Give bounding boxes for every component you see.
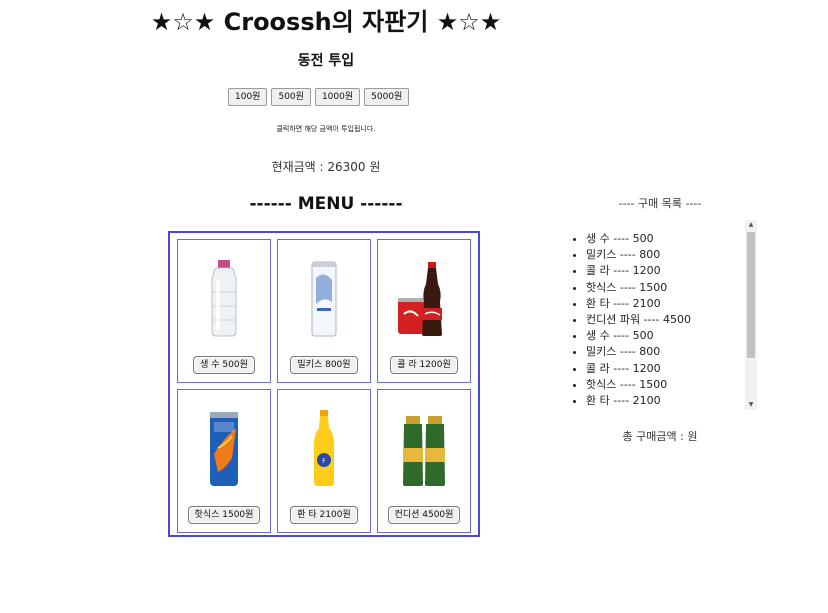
hot6-can-icon bbox=[178, 402, 270, 494]
menu-item-water: 생 수 500원 bbox=[177, 239, 271, 383]
purchase-list-item: 밀키스 ---- 800 bbox=[586, 247, 691, 263]
purchase-list-item: 핫식스 ---- 1500 bbox=[586, 280, 691, 296]
purchase-list-item: 환 타 ---- 2100 bbox=[586, 296, 691, 312]
coin-hint-text: 클릭하면 해당 금액이 투입됩니다. bbox=[276, 125, 376, 133]
coin-1000-button[interactable]: 1000원 bbox=[314, 88, 361, 106]
water-bottle-icon bbox=[178, 252, 270, 344]
purchase-list-item: 핫식스 ---- 1500 bbox=[586, 377, 691, 393]
purchase-list-item: 환 타 ---- 2100 bbox=[586, 393, 691, 409]
buy-milkis-button[interactable]: 밀키스 800원 bbox=[290, 356, 358, 374]
buy-cola-button[interactable]: 콜 라 1200원 bbox=[390, 356, 458, 374]
current-amount: 현재금액 : 26300 원 bbox=[271, 160, 381, 174]
purchase-list: 생 수 ---- 500 밀키스 ---- 800 콜 라 ---- 1200 … bbox=[556, 231, 691, 409]
coin-100-button[interactable]: 100원 bbox=[228, 88, 268, 106]
menu-item-milkis: 밀키스 800원 bbox=[277, 239, 371, 383]
scroll-down-arrow-icon[interactable]: ▼ bbox=[745, 400, 757, 410]
menu-item-hot6: 핫식스 1500원 bbox=[177, 389, 271, 533]
fanta-bottle-icon: F bbox=[278, 402, 370, 494]
svg-text:F: F bbox=[322, 458, 326, 465]
purchase-list-item: 콜 라 ---- 1200 bbox=[586, 361, 691, 377]
purchase-list-item: 생 수 ---- 500 bbox=[586, 231, 691, 247]
buy-condition-button[interactable]: 컨디션 4500원 bbox=[387, 506, 461, 524]
purchase-list-heading: ---- 구매 목록 ---- bbox=[618, 197, 702, 210]
coin-5000-button[interactable]: 5000원 bbox=[364, 88, 410, 106]
menu-grid: 생 수 500원 밀키스 800원 콜 라 1200원 핫식스 1500원 F … bbox=[168, 231, 480, 537]
purchase-list-item: 콜 라 ---- 1200 bbox=[586, 263, 691, 279]
purchase-list-item: 컨디션 파워 ---- 4500 bbox=[586, 312, 691, 328]
purchase-list-item: 생 수 ---- 500 bbox=[586, 328, 691, 344]
page-title: ★☆★ Croossh의 자판기 ★☆★ bbox=[150, 8, 502, 36]
purchase-list-scrollbar[interactable]: ▲ ▼ bbox=[745, 220, 757, 410]
purchase-list-item: 밀키스 ---- 800 bbox=[586, 344, 691, 360]
menu-heading: ------ MENU ------ bbox=[249, 194, 403, 214]
cola-bottle-icon bbox=[378, 252, 470, 344]
scroll-up-arrow-icon[interactable]: ▲ bbox=[745, 220, 757, 230]
milkis-can-icon bbox=[278, 252, 370, 344]
scroll-thumb[interactable] bbox=[747, 232, 755, 358]
buy-hot6-button[interactable]: 핫식스 1500원 bbox=[187, 506, 261, 524]
coin-button-row: 100원 500원 1000원 5000원 bbox=[228, 88, 410, 106]
coin-insert-heading: 동전 투입 bbox=[297, 53, 355, 69]
menu-item-condition: 컨디션 4500원 bbox=[377, 389, 471, 533]
menu-item-fanta: F 환 타 2100원 bbox=[277, 389, 371, 533]
total-purchase-amount: 총 구매금액 : 원 bbox=[622, 430, 698, 443]
coin-500-button[interactable]: 500원 bbox=[271, 88, 311, 106]
condition-drink-icon bbox=[378, 402, 470, 494]
buy-fanta-button[interactable]: 환 타 2100원 bbox=[290, 506, 358, 524]
buy-water-button[interactable]: 생 수 500원 bbox=[193, 356, 255, 374]
purchase-list-box[interactable]: 생 수 ---- 500 밀키스 ---- 800 콜 라 ---- 1200 … bbox=[556, 220, 758, 410]
menu-item-cola: 콜 라 1200원 bbox=[377, 239, 471, 383]
